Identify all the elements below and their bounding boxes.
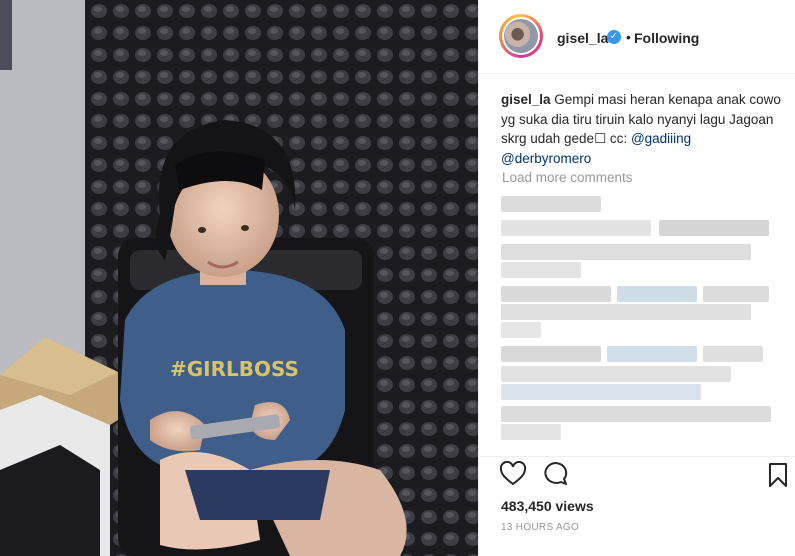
- blurred-comment-line: [501, 384, 701, 400]
- avatar-photo: [504, 19, 538, 53]
- separator-dot: •: [626, 29, 631, 45]
- verified-badge-icon: ✓: [607, 30, 621, 44]
- following-button[interactable]: Following: [634, 30, 699, 46]
- blurred-comment-line: [501, 244, 751, 260]
- post-video[interactable]: #GIRLBOSS: [0, 0, 478, 556]
- video-frame: #GIRLBOSS: [0, 0, 478, 556]
- post-header: gisel_la ✓ • Following: [479, 0, 795, 74]
- blurred-comment-line: [501, 196, 601, 212]
- blurred-comment-line: [617, 286, 697, 302]
- heart-icon[interactable]: [499, 460, 527, 488]
- bookmark-icon[interactable]: [767, 462, 789, 488]
- mention-link-gadiiing[interactable]: @gadiiing: [631, 131, 691, 146]
- blurred-comment-line: [501, 366, 731, 382]
- post-timestamp: 13 HOURS AGO: [501, 522, 580, 533]
- blurred-comment-line: [501, 220, 651, 236]
- post-side-panel: gisel_la ✓ • Following gisel_la Gempi ma…: [478, 0, 795, 556]
- blurred-comment-line: [703, 286, 769, 302]
- blurred-comment-line: [501, 322, 541, 338]
- post-caption: gisel_la Gempi masi heran kenapa anak co…: [501, 90, 781, 168]
- username-link[interactable]: gisel_la: [557, 30, 608, 46]
- blurred-comment-line: [501, 424, 561, 440]
- blurred-comment-line: [501, 406, 771, 422]
- blurred-comment-line: [501, 286, 611, 302]
- blurred-comment-line: [607, 346, 697, 362]
- load-more-comments-link[interactable]: Load more comments: [502, 170, 633, 185]
- blurred-comment-line: [501, 262, 581, 278]
- blurred-comment-line: [501, 346, 601, 362]
- shirt-print: #GIRLBOSS: [170, 357, 299, 381]
- avatar-frame: [502, 17, 540, 55]
- caption-username-link[interactable]: gisel_la: [501, 92, 551, 107]
- view-count: 483,450 views: [501, 498, 594, 514]
- blurred-comment-line: [659, 220, 769, 236]
- blurred-comment-line: [501, 304, 751, 320]
- action-bar: [479, 456, 795, 457]
- comment-bubble-icon[interactable]: [541, 460, 569, 488]
- blurred-comment-line: [703, 346, 763, 362]
- avatar[interactable]: [499, 14, 543, 58]
- mention-link-derbyromero[interactable]: @derbyromero: [501, 151, 591, 166]
